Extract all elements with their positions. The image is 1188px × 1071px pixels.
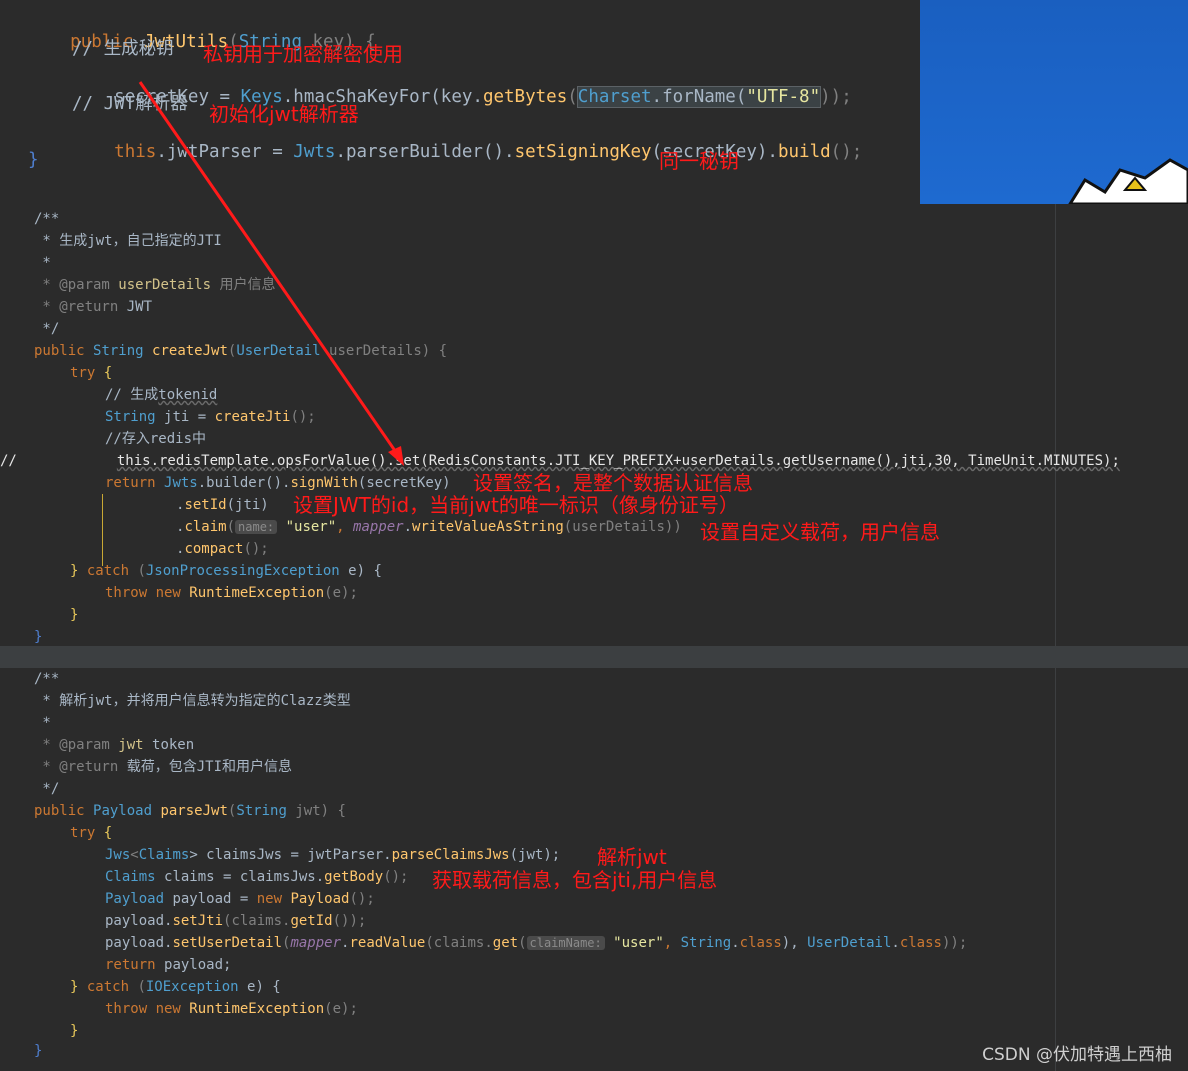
code-line: * (34, 715, 51, 731)
annotation-init-parser: 初始化jwt解析器 (209, 102, 359, 126)
cartoon-fragment-icon (1068, 158, 1188, 204)
code-line: public String createJwt(UserDetail userD… (34, 343, 448, 359)
divider (0, 646, 1188, 668)
code-line: Payload payload = new Payload(); (105, 891, 375, 907)
annotation-private-key: 私钥用于加密解密使用 (203, 42, 403, 66)
code-line: // 生成tokenid (105, 387, 218, 403)
watermark: CSDN @伏加特遇上西柚 (982, 1045, 1172, 1065)
code-line: /** (34, 211, 60, 227)
code-line: Jws<Claims> claimsJws = jwtParser.parseC… (105, 847, 561, 863)
code-line: } (34, 629, 43, 645)
top-code-panel: public JwtUtils(String key) { // 生成秘钥 se… (0, 0, 920, 204)
code-line: } (70, 1023, 79, 1039)
code-line: try { (70, 365, 113, 381)
code-line: * @return JWT (34, 299, 153, 315)
parameter-hint: claimName: (526, 936, 605, 950)
code-line: * @param userDetails 用户信息 (34, 277, 276, 293)
annotation-custom-payload: 设置自定义载荷，用户信息 (700, 520, 940, 544)
code-line: } (34, 1043, 43, 1059)
code-line: .claim(name: "user", mapper.writeValueAs… (176, 519, 682, 535)
mid-code-panel: /** * 生成jwt，自己指定的JTI * * @param userDeta… (0, 204, 1188, 646)
code-line: */ (34, 781, 60, 797)
code-line: Claims claims = claimsJws.getBody(); (105, 869, 409, 885)
code-line: .compact(); (176, 541, 269, 557)
code-line: } catch (IOException e) { (70, 979, 281, 995)
code-line: } (28, 150, 39, 170)
code-line: payload.setUserDetail(mapper.readValue(c… (105, 935, 968, 951)
code-line: } catch (JsonProcessingException e) { (70, 563, 382, 579)
code-line: // JWT解析器 (72, 94, 188, 114)
code-line: throw new RuntimeException(e); (105, 585, 358, 601)
annotation-jwt-id: 设置JWT的id，当前jwt的唯一标识（像身份证号） (293, 493, 739, 517)
code-line: * 解析jwt，并将用户信息转为指定的Clazz类型 (34, 693, 351, 709)
code-line: return payload; (105, 957, 232, 973)
code-line: } (70, 607, 79, 623)
code-line: * 生成jwt，自己指定的JTI (34, 233, 222, 249)
background-image (920, 0, 1188, 204)
code-line: .setId(jti) (176, 497, 269, 513)
code-line: secretKey = Keys.hmacShaKeyFor(key.getBy… (114, 86, 852, 108)
code-line: throw new RuntimeException(e); (105, 1001, 358, 1017)
parameter-hint: name: (235, 520, 278, 534)
code-line: payload.setJti(claims.getId()); (105, 913, 367, 929)
annotation-same-key: 同一秘钥 (659, 149, 739, 173)
code-line: //存入redis中 (105, 431, 207, 447)
code-line: // 生成秘钥 (72, 39, 174, 59)
annotation-get-payload: 获取载荷信息，包含jti,用户信息 (432, 868, 718, 892)
code-line: */ (34, 321, 60, 337)
code-line: public Payload parseJwt(String jwt) { (34, 803, 346, 819)
code-line: String jti = createJti(); (105, 409, 316, 425)
code-line: /** (34, 671, 60, 687)
code-line: * @param jwt token (34, 737, 195, 753)
code-line: * @return 载荷，包含JTI和用户信息 (34, 759, 293, 775)
code-line: * (34, 255, 51, 271)
code-line: try { (70, 825, 113, 841)
code-line: this.jwtParser = Jwts.parserBuilder().se… (114, 142, 863, 162)
